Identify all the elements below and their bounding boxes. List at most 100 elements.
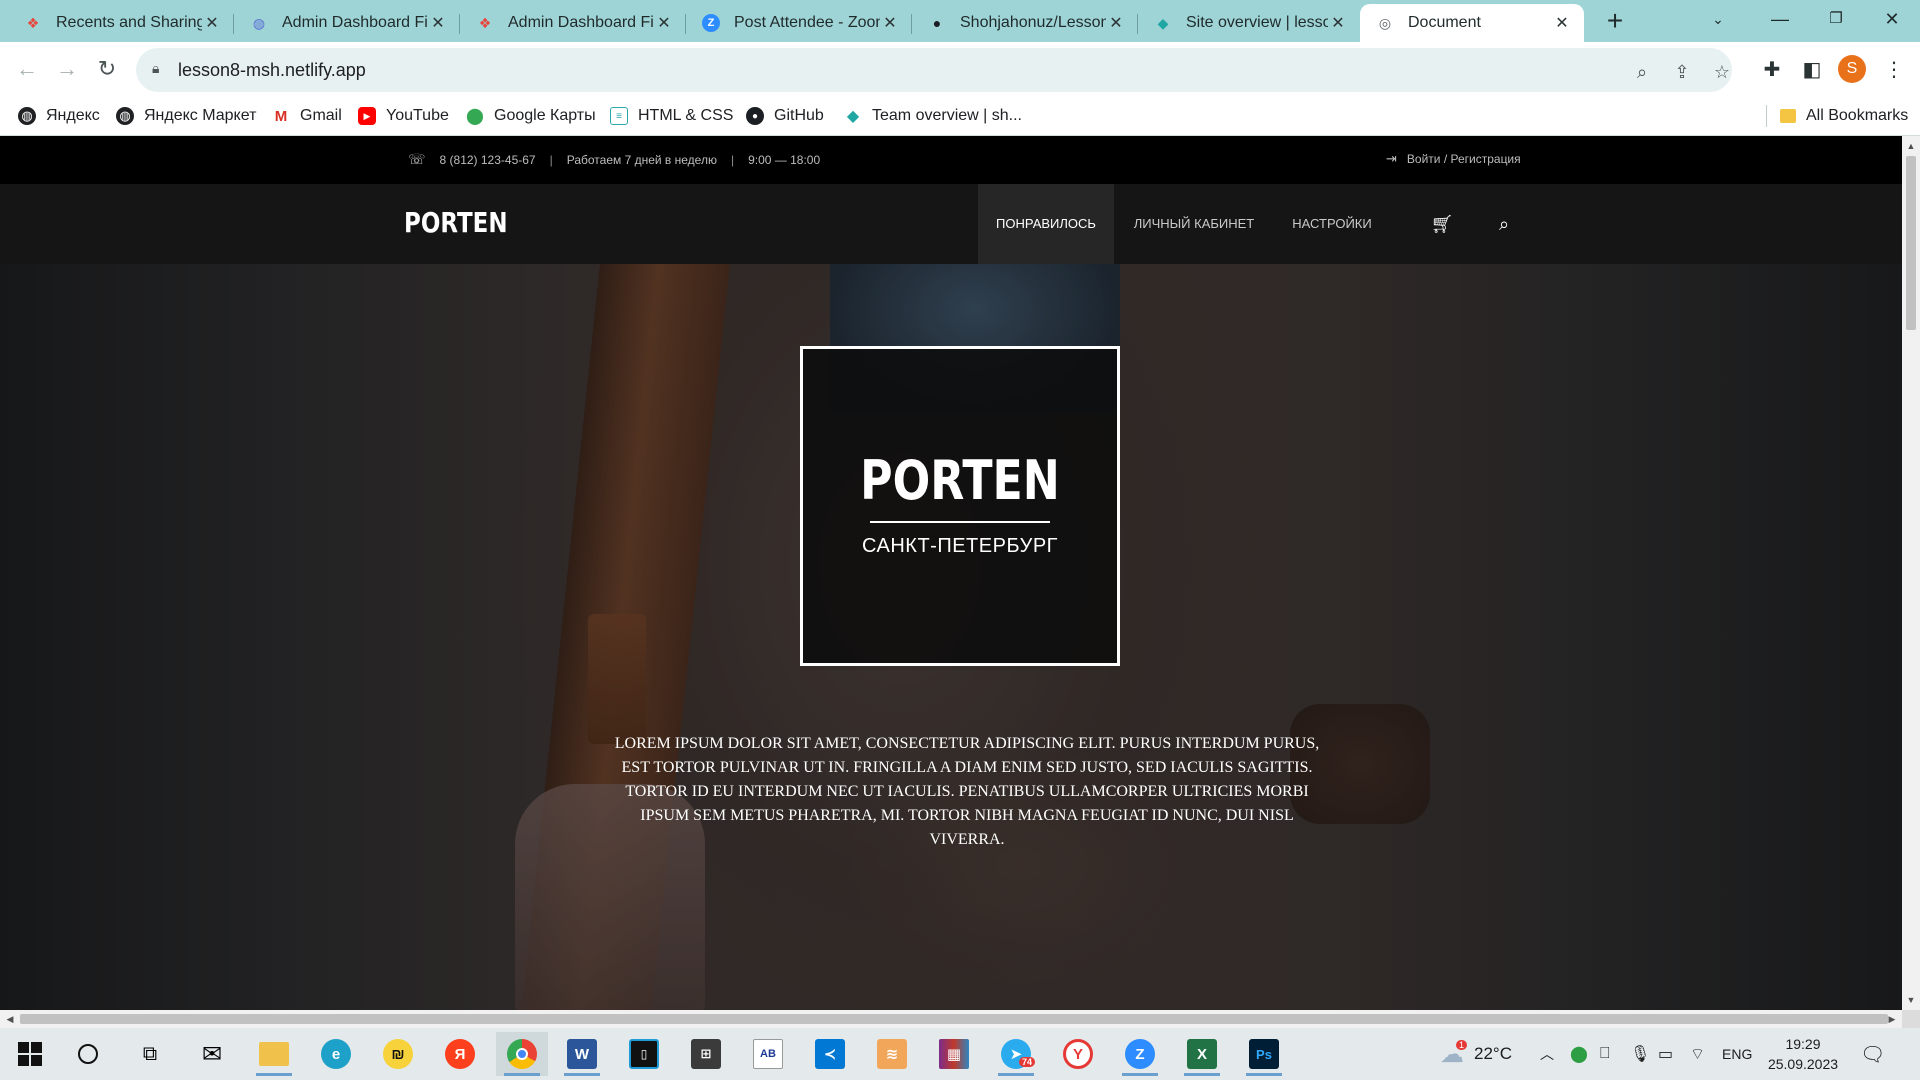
tab-search-chevron-icon[interactable]: ⌄ xyxy=(1690,0,1746,38)
taskbar-zoom[interactable]: Z xyxy=(1114,1032,1166,1076)
tab-netlify-site-overview[interactable]: ◆ Site overview | lesson ✕ xyxy=(1138,4,1360,42)
close-icon[interactable]: ✕ xyxy=(880,13,900,33)
taskbar-winrar[interactable]: ▦ xyxy=(928,1032,980,1076)
share-icon[interactable]: ⇪ xyxy=(1670,60,1694,84)
new-tab-button[interactable]: + xyxy=(1598,6,1632,38)
weather-widget[interactable]: ☁ 1 22°C xyxy=(1440,1028,1512,1080)
forward-arrow-icon[interactable]: → xyxy=(52,54,82,84)
close-icon[interactable]: ✕ xyxy=(654,13,674,33)
notifications-icon[interactable]: 🗨︎ xyxy=(1860,1028,1885,1080)
taskbar-layers-app[interactable]: ≋ xyxy=(866,1032,918,1076)
taskbar-abbyy[interactable]: AB xyxy=(742,1032,794,1076)
taskbar-telegram[interactable]: ➤ 74 xyxy=(990,1032,1042,1076)
scroll-left-arrow-icon[interactable]: ◀ xyxy=(2,1010,18,1028)
tab-github[interactable]: ● Shohjahonuz/Lesson- ✕ xyxy=(912,4,1138,42)
taskbar-vscode[interactable]: ≺ xyxy=(804,1032,856,1076)
taskbar-store[interactable]: ⊞ xyxy=(680,1032,732,1076)
tab-title: Admin Dashboard Fit xyxy=(282,14,428,31)
mail-icon: ✉ xyxy=(201,1040,223,1068)
scroll-up-arrow-icon[interactable]: ▲ xyxy=(1902,138,1920,154)
tab-admin-dashboard-1[interactable]: ◍ Admin Dashboard Fit ✕ xyxy=(234,4,460,42)
bookmark-html-css[interactable]: ≡ HTML & CSS xyxy=(610,103,733,129)
taskbar-photoshop[interactable]: Ps xyxy=(1238,1032,1290,1076)
search-icon[interactable]: ⌕ xyxy=(1492,212,1516,236)
site-logo[interactable]: PORTEN xyxy=(404,206,508,239)
reload-icon[interactable]: ↻ xyxy=(92,54,122,84)
login-icon: ⇥ xyxy=(1386,151,1397,166)
bookmark-yandex-market[interactable]: ◍ Яндекс Маркет xyxy=(116,103,256,129)
close-icon[interactable]: ✕ xyxy=(202,13,222,33)
battery-icon[interactable]: ▭ xyxy=(1658,1028,1673,1080)
more-menu-icon[interactable]: ⋮ xyxy=(1880,56,1908,84)
profile-avatar[interactable]: S xyxy=(1838,55,1866,83)
all-bookmarks-folder[interactable]: All Bookmarks xyxy=(1780,103,1908,129)
bookmark-google-maps[interactable]: ⬤ Google Карты xyxy=(466,103,596,129)
taskbar-yandex-market[interactable]: ₪ xyxy=(372,1032,424,1076)
side-panel-icon[interactable]: ◧ xyxy=(1798,56,1826,84)
vertical-scroll-thumb[interactable] xyxy=(1906,156,1916,330)
bookmark-gmail[interactable]: M Gmail xyxy=(272,103,342,129)
bookmark-youtube[interactable]: ▶ YouTube xyxy=(358,103,449,129)
back-arrow-icon[interactable]: ← xyxy=(12,54,42,84)
horizontal-scrollbar[interactable]: ◀ ▶ xyxy=(0,1010,1902,1028)
taskbar-mail[interactable]: ✉ xyxy=(186,1032,238,1076)
close-icon[interactable]: ✕ xyxy=(1552,13,1572,33)
horizontal-scroll-thumb[interactable] xyxy=(20,1014,1888,1024)
bookmark-github[interactable]: ● GitHub xyxy=(746,103,824,129)
bookmark-team-overview[interactable]: ◆ Team overview | sh... xyxy=(844,103,1022,129)
chrome-icon xyxy=(507,1039,537,1069)
task-view-icon: ⧉ xyxy=(142,1042,158,1065)
vscode-icon: ≺ xyxy=(815,1039,845,1069)
taskbar-edge[interactable]: e xyxy=(310,1032,362,1076)
nav-liked[interactable]: ПОНРАВИЛОСЬ xyxy=(978,184,1114,264)
figma-icon: ❖ xyxy=(478,14,492,31)
security-shield-icon[interactable]: ⬤ xyxy=(1570,1028,1588,1080)
scroll-down-arrow-icon[interactable]: ▼ xyxy=(1902,992,1920,1008)
scroll-right-arrow-icon[interactable]: ▶ xyxy=(1884,1010,1900,1028)
taskbar-file-explorer[interactable] xyxy=(248,1032,300,1076)
nav-account[interactable]: ЛИЧНЫЙ КАБИНЕТ xyxy=(1122,184,1266,264)
restore-button[interactable]: ❐ xyxy=(1808,0,1864,38)
bookmark-star-icon[interactable]: ☆ xyxy=(1710,60,1734,84)
gmail-icon: M xyxy=(274,107,288,125)
minimize-button[interactable]: — xyxy=(1752,0,1808,38)
cart-icon[interactable]: 🛒︎ xyxy=(1430,212,1454,236)
address-bar[interactable]: 🔒︎ lesson8-msh.netlify.app ⌕ ⇪ ☆ xyxy=(136,48,1732,92)
taskbar-chrome[interactable] xyxy=(496,1032,548,1076)
task-view-button[interactable]: ⧉ xyxy=(124,1032,176,1076)
hero-description: Lorem ipsum dolor sit amet, consectetur … xyxy=(614,735,1320,848)
tab-zoom[interactable]: Z Post Attendee - Zoom ✕ xyxy=(686,4,912,42)
start-button[interactable] xyxy=(4,1032,56,1076)
show-hidden-icons-chevron-icon[interactable]: ︿ xyxy=(1540,1028,1554,1080)
close-icon[interactable]: ✕ xyxy=(428,13,448,33)
url-text[interactable]: lesson8-msh.netlify.app xyxy=(178,60,366,81)
taskbar-word[interactable]: W xyxy=(556,1032,608,1076)
wifi-icon[interactable]: ⌔ xyxy=(1690,1028,1705,1080)
taskbar-yandex[interactable]: Я xyxy=(434,1032,486,1076)
excel-icon: X xyxy=(1187,1039,1217,1069)
lock-icon[interactable]: 🔒︎ xyxy=(152,60,172,80)
close-icon[interactable]: ✕ xyxy=(1328,13,1348,33)
close-window-button[interactable]: ✕ xyxy=(1864,0,1920,38)
figma-circle-icon: ◍ xyxy=(252,14,266,31)
taskbar-yandex-browser[interactable]: Y xyxy=(1052,1032,1104,1076)
close-icon[interactable]: ✕ xyxy=(1106,13,1126,33)
tab-admin-dashboard-2[interactable]: ❖ Admin Dashboard Fit ✕ xyxy=(460,4,686,42)
device-icon[interactable]: ⎕ xyxy=(1600,1028,1610,1080)
tab-recents-and-sharing[interactable]: ❖ Recents and Sharing - ✕ xyxy=(8,4,234,42)
login-link[interactable]: ⇥ Войти / Регистрация xyxy=(1386,151,1521,167)
search-button[interactable] xyxy=(62,1032,114,1076)
zoom-magnifier-icon[interactable]: ⌕ xyxy=(1630,60,1654,84)
taskbar-excel[interactable]: X xyxy=(1176,1032,1228,1076)
extensions-puzzle-icon[interactable]: ✚ xyxy=(1758,56,1786,84)
input-language[interactable]: ENG xyxy=(1722,1028,1752,1080)
taskbar-webstorm[interactable]: ▯ xyxy=(618,1032,670,1076)
vertical-scrollbar[interactable]: ▲ ▼ xyxy=(1902,136,1920,1010)
bookmark-label: YouTube xyxy=(386,107,449,124)
system-clock[interactable]: 19:29 25.09.2023 xyxy=(1760,1034,1846,1074)
nav-settings[interactable]: НАСТРОЙКИ xyxy=(1280,184,1384,264)
bookmark-yandex[interactable]: ◍ Яндекс xyxy=(18,103,100,129)
microphone-icon[interactable]: 🎙︎ xyxy=(1630,1028,1650,1080)
phone-number[interactable]: 8 (812) 123-45-67 xyxy=(440,153,536,167)
tab-document[interactable]: ◎ Document ✕ xyxy=(1360,4,1584,42)
